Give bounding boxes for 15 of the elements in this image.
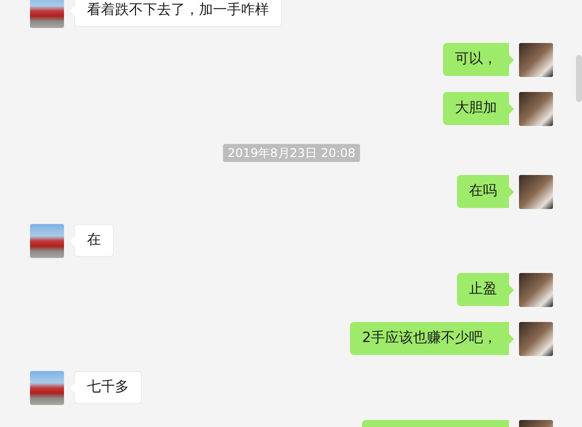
message-bubble: 大胆加 [443, 92, 514, 125]
avatar-photo[interactable] [519, 175, 553, 209]
avatar-photo[interactable] [30, 224, 64, 258]
avatar-photo[interactable] [519, 322, 553, 356]
avatar-photo[interactable] [519, 273, 553, 307]
message-bubble: 可以， [443, 43, 514, 76]
message-bubble: 2手应该也赚不少吧， [350, 322, 514, 355]
avatar-photo[interactable] [519, 92, 553, 126]
message-bubble: 止盈 [457, 273, 514, 306]
timestamp: 2019年8月23日 20:08 [222, 144, 360, 162]
message-bubble: 在吗 [457, 175, 514, 208]
avatar-photo[interactable] [30, 371, 64, 405]
avatar-photo[interactable] [30, 0, 64, 28]
scrollbar[interactable] [576, 55, 582, 102]
avatar-photo[interactable] [519, 43, 553, 77]
